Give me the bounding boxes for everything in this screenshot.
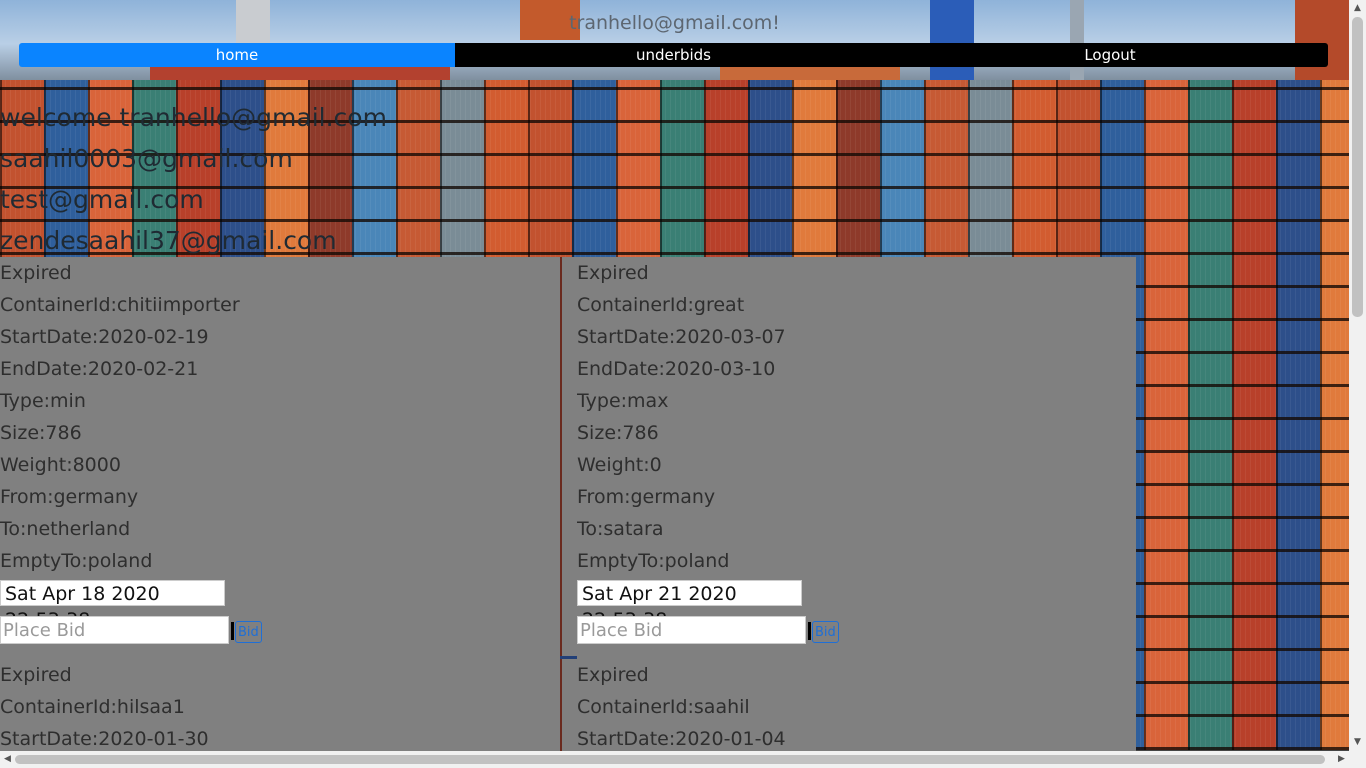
separator	[231, 622, 234, 640]
place-bid-input[interactable]	[0, 616, 229, 644]
container-type: Type:min	[0, 390, 86, 412]
origin: From:germany	[0, 486, 139, 508]
user-email: zendesaahil37@gmail.com	[0, 226, 337, 255]
container-weight: Weight:8000	[0, 454, 121, 476]
bid-datetime: Sat Apr 21 2020 22:53:38	[577, 580, 802, 631]
user-email: test@gmail.com	[0, 185, 204, 214]
end-date: EndDate:2020-02-21	[0, 358, 199, 380]
container-size: Size:786	[577, 422, 659, 444]
column-divider	[560, 257, 562, 751]
column-gap	[560, 257, 577, 751]
nav-logout[interactable]: Logout	[892, 43, 1328, 67]
user-list: welcome tranhello@gmail.com saahil0003@g…	[0, 97, 387, 261]
container-type: Type:max	[577, 390, 669, 412]
bid-button[interactable]: Bid	[812, 621, 839, 643]
destination: To:satara	[577, 518, 664, 540]
nav-home[interactable]: home	[19, 43, 455, 67]
vertical-scrollbar[interactable]: ▲ ▼	[1349, 0, 1366, 751]
bid-card: Expired ContainerId:chitiimporter StartD…	[0, 257, 560, 656]
scroll-left-icon[interactable]: ◀	[0, 751, 15, 768]
container-weight: Weight:0	[577, 454, 662, 476]
bid-button[interactable]: Bid	[235, 621, 262, 643]
nav-underbids[interactable]: underbids	[455, 43, 892, 67]
bid-status: Expired	[0, 664, 72, 686]
bid-status: Expired	[577, 262, 649, 284]
container-size: Size:786	[0, 422, 82, 444]
header-user-email: tranhello@gmail.com!	[569, 12, 780, 34]
origin: From:germany	[577, 486, 716, 508]
destination: To:netherland	[0, 518, 131, 540]
user-email: saahil0003@gmail.com	[0, 144, 293, 173]
container-id: ContainerId:great	[577, 294, 745, 316]
container-id: ContainerId:chitiimporter	[0, 294, 240, 316]
empty-destination: EmptyTo:poland	[0, 550, 153, 572]
container-id: ContainerId:saahil	[577, 696, 750, 718]
bid-datetime: Sat Apr 18 2020 22:53:38	[0, 580, 225, 631]
bid-status: Expired	[577, 664, 649, 686]
bid-card: Expired ContainerId:great StartDate:2020…	[577, 257, 1136, 656]
horizontal-scrollbar[interactable]: ◀ ▶	[0, 751, 1366, 768]
bid-form: Bid	[0, 615, 560, 645]
bid-card: Expired ContainerId:hilsaa1 StartDate:20…	[0, 656, 560, 751]
main-nav: home underbids Logout	[19, 43, 1328, 67]
header-banner: tranhello@gmail.com! home underbids Logo…	[0, 0, 1349, 80]
bid-form: Bid	[577, 615, 1136, 645]
scroll-right-icon[interactable]: ▶	[1334, 751, 1349, 768]
bid-status: Expired	[0, 262, 72, 284]
separator	[808, 622, 811, 640]
vertical-scroll-thumb[interactable]	[1352, 17, 1363, 317]
scroll-down-icon[interactable]: ▼	[1349, 734, 1366, 751]
container-id: ContainerId:hilsaa1	[0, 696, 185, 718]
welcome-message: welcome tranhello@gmail.com	[0, 103, 387, 132]
empty-destination: EmptyTo:poland	[577, 550, 730, 572]
place-bid-input[interactable]	[577, 616, 806, 644]
start-date: StartDate:2020-02-19	[0, 326, 209, 348]
start-date: StartDate:2020-03-07	[577, 326, 786, 348]
end-date: EndDate:2020-03-10	[577, 358, 776, 380]
horizontal-scroll-thumb[interactable]	[15, 755, 1325, 764]
bid-card: Expired ContainerId:saahil StartDate:202…	[577, 656, 1136, 751]
scroll-up-icon[interactable]: ▲	[1349, 0, 1366, 17]
